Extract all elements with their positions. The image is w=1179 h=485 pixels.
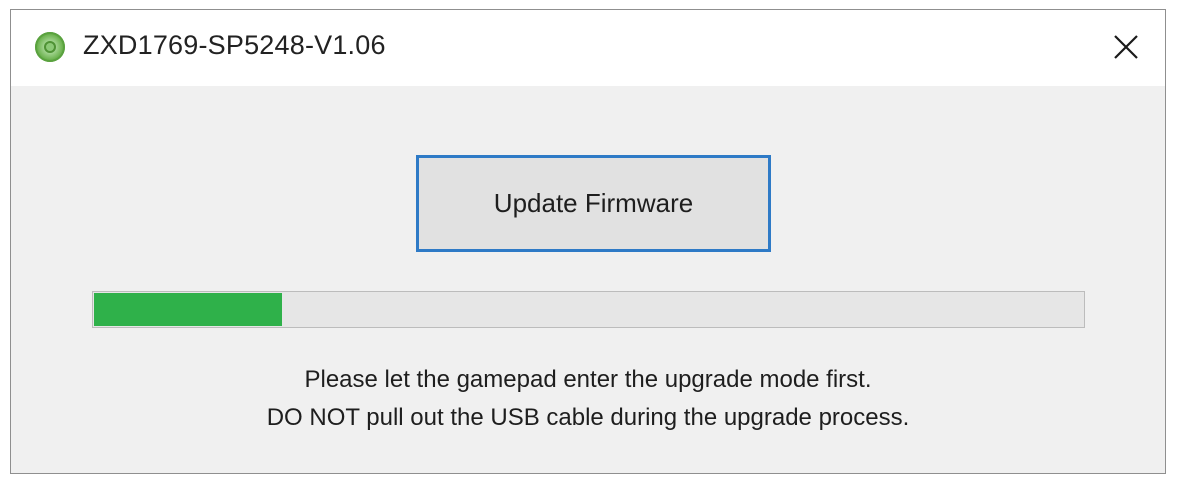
close-button[interactable] bbox=[1103, 24, 1149, 70]
app-icon bbox=[35, 32, 65, 62]
instruction-text-2: DO NOT pull out the USB cable during the… bbox=[266, 404, 910, 431]
instruction-text-1: Please let the gamepad enter the upgrade… bbox=[304, 366, 872, 393]
update-firmware-button[interactable]: Update Firmware bbox=[416, 155, 771, 252]
updater-window: ZXD1769-SP5248-V1.06 Update Firmware Ple… bbox=[10, 9, 1166, 474]
update-firmware-label: Update Firmware bbox=[493, 188, 694, 218]
title-bar[interactable]: ZXD1769-SP5248-V1.06 bbox=[11, 10, 1165, 86]
close-icon bbox=[1114, 35, 1138, 59]
progress-fill bbox=[94, 293, 282, 326]
window-title: ZXD1769-SP5248-V1.06 bbox=[83, 30, 386, 60]
upgrade-progress-bar bbox=[92, 291, 1085, 328]
